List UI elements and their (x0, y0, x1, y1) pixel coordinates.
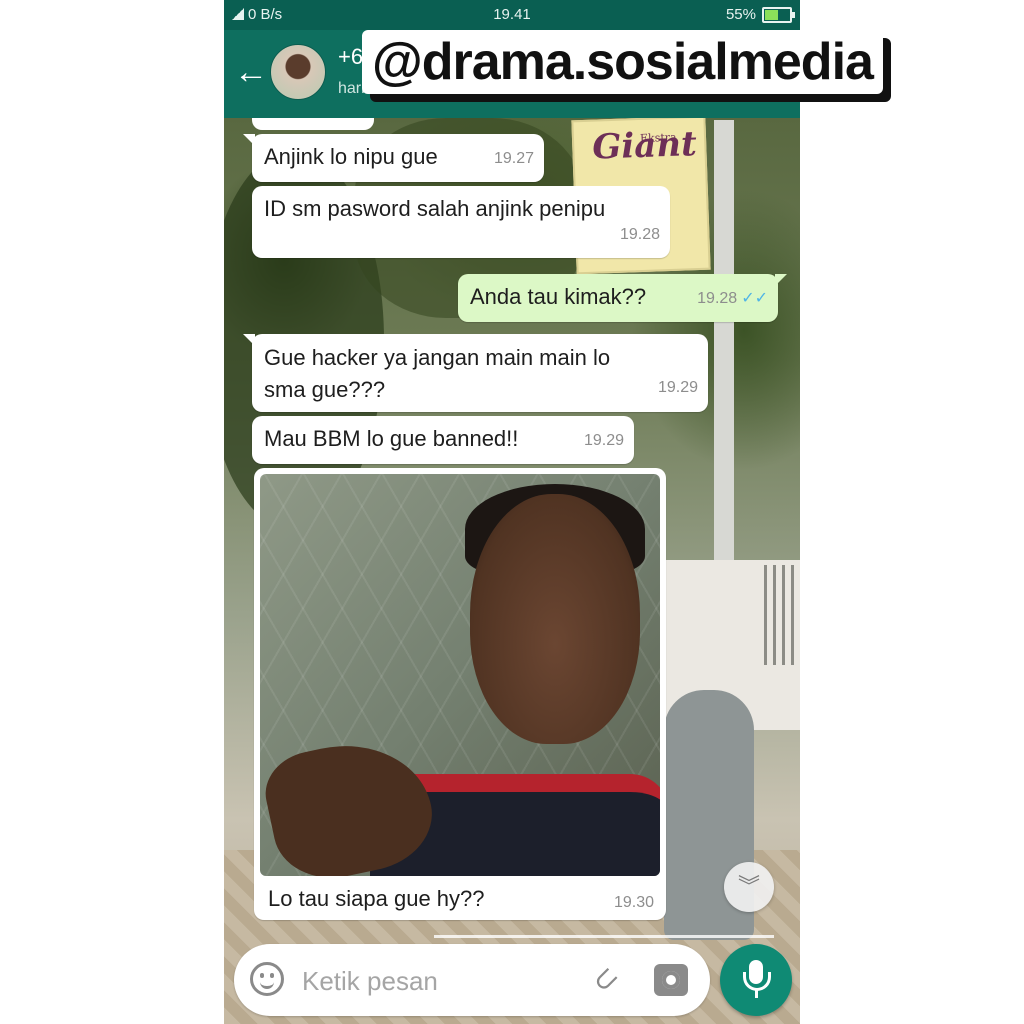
contact-avatar[interactable] (270, 44, 326, 100)
message-text: Anjink lo nipu gue (264, 144, 438, 169)
attach-icon[interactable]: ⊂ (579, 953, 633, 1007)
battery-percent: 55% (725, 6, 756, 23)
message-composer: ⊂ (234, 944, 710, 1016)
incoming-message[interactable]: Mau BBM lo gue banned!! 19.29 (252, 416, 634, 464)
shared-photo[interactable] (260, 474, 660, 876)
scroll-down-button[interactable]: ︾ (724, 862, 774, 912)
camera-icon[interactable] (654, 964, 688, 996)
incoming-message[interactable]: Anjink lo nipu gue 19.27 (243, 134, 544, 182)
mic-button[interactable] (720, 944, 792, 1016)
message-text: Gue hacker ya jangan main main lo (264, 345, 611, 370)
message-time: 19.28 (697, 290, 738, 307)
message-time: 19.29 (583, 432, 624, 449)
message-meta: 19.28 ✓✓ (697, 284, 768, 314)
message-time: 19.28 (619, 226, 660, 243)
incoming-message[interactable]: Gue hacker ya jangan main main lo sma gu… (243, 334, 708, 412)
message-time: 19.27 (493, 150, 534, 167)
incoming-message[interactable]: ID sm pasword salah anjink penipu 19.28 (252, 186, 670, 258)
clock: 19.41 (493, 6, 531, 23)
scroll-indicator (434, 935, 774, 938)
chat-screen: GiantEkstra 0 B/s 19.41 55% ← +6 hari in… (224, 0, 800, 1024)
back-arrow-icon[interactable]: ← (234, 52, 268, 92)
chevron-down-icon: ︾ (737, 874, 760, 899)
outgoing-message[interactable]: Anda tau kimak?? 19.28 ✓✓ (458, 274, 787, 322)
status-bar: 0 B/s 19.41 55% (224, 0, 800, 30)
message-input[interactable] (300, 962, 574, 1000)
background-fence (764, 565, 800, 665)
contact-name[interactable]: +6 (338, 44, 363, 70)
message-text: Anda tau kimak?? (470, 284, 647, 309)
message-text: Mau BBM lo gue banned!! (264, 426, 519, 451)
battery-icon (762, 6, 795, 23)
previous-message-bubble (252, 118, 374, 130)
mic-icon (743, 960, 771, 998)
message-time: 19.30 (613, 894, 654, 911)
message-time: 19.29 (657, 379, 698, 396)
emoji-icon[interactable] (250, 962, 284, 996)
battery-indicator: 55% (725, 6, 795, 23)
image-message[interactable]: Lo tau siapa gue hy?? 19.30 (254, 468, 666, 920)
watermark: @drama.sosialmedia (362, 30, 883, 94)
message-text: ID sm pasword salah anjink penipu (264, 196, 606, 221)
image-caption: Lo tau siapa gue hy?? (268, 886, 485, 911)
message-text-line2: sma gue??? (264, 377, 386, 402)
read-receipt-icon: ✓✓ (741, 290, 768, 307)
